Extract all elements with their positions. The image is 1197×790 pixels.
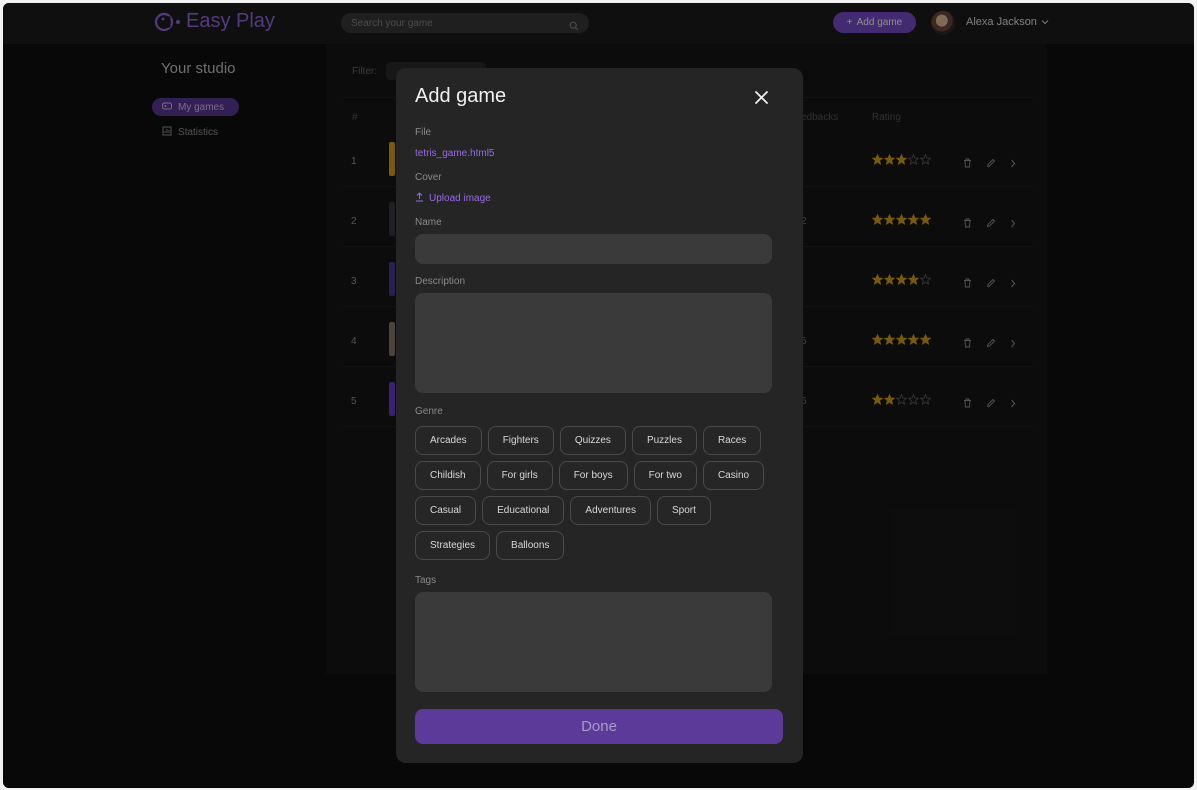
genre-chip-casual[interactable]: Casual xyxy=(415,496,477,525)
upload-label: Upload image xyxy=(429,193,491,204)
genre-row: Strategies Balloons xyxy=(415,531,775,560)
genre-chip-for-boys[interactable]: For boys xyxy=(558,461,628,490)
genre-chip-casino[interactable]: Casino xyxy=(702,461,765,490)
name-label: Name xyxy=(415,217,442,228)
done-button[interactable]: Done xyxy=(415,709,783,744)
genre-chip-for-girls[interactable]: For girls xyxy=(486,461,553,490)
done-label: Done xyxy=(581,718,617,735)
genre-chips: Arcades Fighters Quizzes Puzzles Races Childi… xyxy=(415,426,775,566)
genre-chip-for-two[interactable]: For two xyxy=(633,461,697,490)
genre-chip-adventures[interactable]: Adventures xyxy=(570,496,651,525)
add-game-modal: Add game File tetris_game.html5 Cover Up… xyxy=(396,68,803,763)
genre-chip-arcades[interactable]: Arcades xyxy=(415,426,482,455)
genre-chip-races[interactable]: Races xyxy=(702,426,762,455)
genre-chip-fighters[interactable]: Fighters xyxy=(487,426,554,455)
file-label: File xyxy=(415,127,432,138)
genre-chip-quizzes[interactable]: Quizzes xyxy=(559,426,626,455)
genre-chip-educational[interactable]: Educational xyxy=(482,496,565,525)
modal-title: Add game xyxy=(415,85,507,107)
genre-chip-balloons[interactable]: Balloons xyxy=(496,531,565,560)
genre-chip-childish[interactable]: Childish xyxy=(415,461,481,490)
genre-row: Casual Educational Adventures Sport xyxy=(415,496,775,525)
genre-row: Arcades Fighters Quizzes Puzzles Races xyxy=(415,426,775,455)
upload-image-button[interactable]: Upload image xyxy=(415,192,491,205)
upload-icon xyxy=(415,192,424,205)
close-icon[interactable] xyxy=(755,91,768,109)
app-window: Easy Play + Add game Alexa Jackson Your … xyxy=(3,3,1194,788)
description-field[interactable] xyxy=(415,293,772,393)
name-field[interactable] xyxy=(415,234,772,264)
genre-chip-strategies[interactable]: Strategies xyxy=(415,531,491,560)
genre-label: Genre xyxy=(415,406,443,417)
description-label: Description xyxy=(415,276,466,287)
genre-chip-puzzles[interactable]: Puzzles xyxy=(631,426,697,455)
genre-chip-sport[interactable]: Sport xyxy=(657,496,711,525)
file-link[interactable]: tetris_game.html5 xyxy=(415,148,494,159)
tags-label: Tags xyxy=(415,575,437,586)
tags-field[interactable] xyxy=(415,592,772,692)
genre-row: Childish For girls For boys For two Casino xyxy=(415,461,775,490)
cover-label: Cover xyxy=(415,172,442,183)
